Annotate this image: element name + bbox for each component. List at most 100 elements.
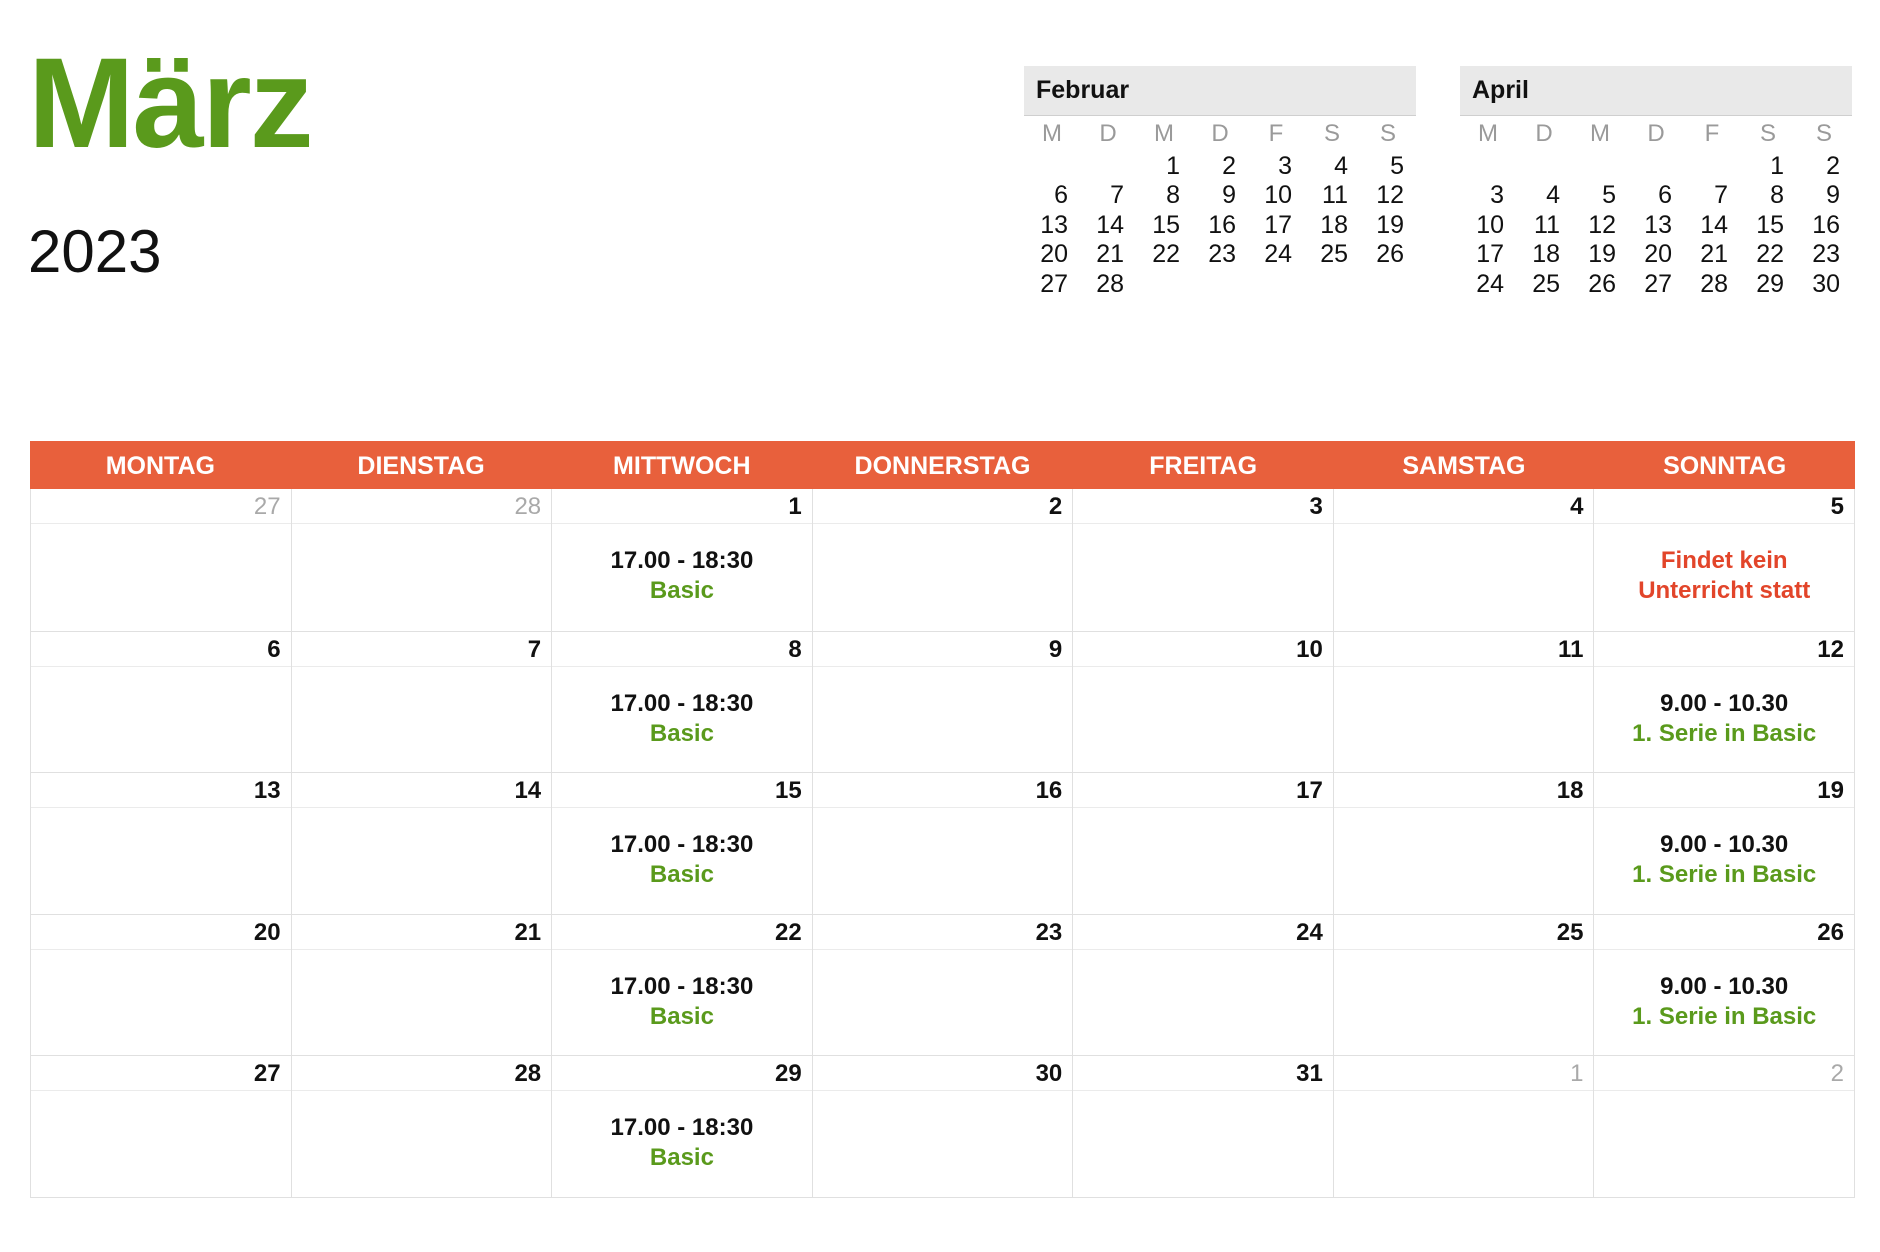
day-cell[interactable]: 5 Findet kein Unterricht statt: [1594, 489, 1855, 631]
day-number: 11: [1333, 632, 1594, 667]
mini-day: [1360, 270, 1416, 299]
event-label: 1. Serie in Basic: [1632, 861, 1817, 889]
day-cell[interactable]: 1: [1333, 1055, 1595, 1197]
mini-day: 4: [1334, 152, 1348, 180]
day-cell[interactable]: 7: [291, 630, 553, 773]
mini-day: 26: [1588, 269, 1616, 298]
day-cell[interactable]: 2: [812, 489, 1074, 631]
day-number: 20: [31, 915, 291, 950]
day-cell[interactable]: 11: [1333, 630, 1595, 773]
day-number: 23: [812, 915, 1073, 950]
mini-day: 27: [1040, 269, 1068, 298]
day-number: 19: [1594, 773, 1854, 809]
day-cell[interactable]: 3: [1073, 489, 1334, 631]
mini-day: 6: [1658, 181, 1672, 210]
day-cell[interactable]: 4: [1333, 489, 1595, 631]
calendar-event[interactable]: Findet kein Unterricht statt: [1594, 524, 1854, 606]
day-cell[interactable]: 2: [1594, 1055, 1855, 1197]
day-number: 24: [1073, 915, 1333, 950]
calendar-event[interactable]: 17.00 - 18:30 Basic: [552, 1091, 812, 1173]
day-cell[interactable]: 20: [31, 913, 292, 1056]
day-cell[interactable]: 1 17.00 - 18:30 Basic: [552, 489, 813, 631]
calendar-event[interactable]: 17.00 - 18:30 Basic: [552, 950, 812, 1032]
day-cell[interactable]: 17: [1073, 772, 1334, 914]
mini-calendar-february: Februar M D M D F S S 1 2 3 4 5 6 7 8 9 10 11 12 13 14 15 16 17…: [1024, 66, 1416, 299]
mini-day: 9: [1826, 181, 1840, 210]
calendar-event[interactable]: 17.00 - 18:30 Basic: [552, 524, 812, 606]
day-cell[interactable]: 29 17.00 - 18:30 Basic: [552, 1055, 813, 1197]
day-cell[interactable]: 28: [291, 1055, 553, 1197]
day-cell[interactable]: 15 17.00 - 18:30 Basic: [552, 772, 813, 914]
day-cell[interactable]: 22 17.00 - 18:30 Basic: [552, 913, 813, 1056]
day-cell[interactable]: 27: [31, 1055, 292, 1197]
mini-day: 8: [1770, 181, 1784, 210]
day-number: 6: [31, 632, 291, 667]
day-cell[interactable]: 24: [1073, 913, 1334, 1056]
day-cell[interactable]: 26 9.00 - 10.30 1. Serie in Basic: [1594, 913, 1855, 1056]
mini-day: 1: [1166, 152, 1180, 180]
day-cell[interactable]: 23: [812, 913, 1074, 1056]
mini-day: [1024, 152, 1080, 181]
mini-weekday-label: S: [1759, 120, 1776, 147]
calendar-event[interactable]: 9.00 - 10.30 1. Serie in Basic: [1594, 808, 1854, 890]
event-time: 9.00 - 10.30: [1660, 689, 1789, 717]
calendar-event[interactable]: 9.00 - 10.30 1. Serie in Basic: [1594, 667, 1854, 749]
mini-weekday-label: S: [1323, 120, 1340, 147]
mini-calendar-grid: M D M D F S S 1 2 3 4 5 6 7 8 9 10 11 12 13 14 15 16 17 18 19 20 21…: [1460, 116, 1852, 299]
day-cell[interactable]: 12 9.00 - 10.30 1. Serie in Basic: [1594, 630, 1855, 773]
day-cell[interactable]: 30: [812, 1055, 1074, 1197]
day-cell[interactable]: 19 9.00 - 10.30 1. Serie in Basic: [1594, 772, 1855, 914]
mini-day: [1460, 152, 1516, 181]
day-cell[interactable]: 18: [1333, 772, 1595, 914]
mini-day: 24: [1264, 240, 1292, 269]
event-time: 17.00 - 18:30: [610, 1114, 754, 1142]
day-cell[interactable]: 6: [31, 630, 292, 773]
event-label: Basic: [649, 861, 714, 889]
day-cell[interactable]: 21: [291, 913, 553, 1056]
day-number: 7: [291, 632, 552, 667]
day-number: 1: [552, 489, 812, 524]
day-cell[interactable]: 14: [291, 772, 553, 914]
year-title: 2023: [28, 218, 162, 285]
event-time: 17.00 - 18:30: [610, 547, 754, 574]
mini-calendar-grid: M D M D F S S 1 2 3 4 5 6 7 8 9 10 11 12 13 14 15 16 17 18 19 20 21…: [1024, 116, 1416, 299]
event-time: 9.00 - 10.30: [1660, 972, 1789, 1000]
mini-day: 25: [1532, 269, 1560, 298]
mini-day: 7: [1110, 181, 1124, 210]
weekday-header: FREITAG: [1149, 452, 1258, 480]
calendar-event[interactable]: 17.00 - 18:30 Basic: [552, 667, 812, 749]
day-number: 14: [291, 773, 552, 809]
mini-weekday-label: D: [1099, 120, 1117, 147]
day-cell[interactable]: 31: [1073, 1055, 1334, 1197]
mini-day: 11: [1534, 210, 1560, 239]
mini-day: 18: [1320, 210, 1348, 239]
day-cell[interactable]: 16: [812, 772, 1074, 914]
event-time: 9.00 - 10.30: [1660, 831, 1789, 859]
mini-day: 21: [1096, 240, 1124, 269]
day-number: 18: [1333, 773, 1594, 809]
weekday-header: DONNERSTAG: [854, 452, 1031, 480]
mini-day: 1: [1770, 152, 1784, 180]
mini-day: 18: [1532, 240, 1560, 269]
mini-calendar-title: Februar: [1024, 66, 1416, 116]
mini-day: 5: [1390, 152, 1404, 180]
calendar-event[interactable]: 9.00 - 10.30 1. Serie in Basic: [1594, 950, 1854, 1032]
day-cell[interactable]: 13: [31, 772, 292, 914]
day-cell[interactable]: 8 17.00 - 18:30 Basic: [552, 630, 813, 773]
mini-day: 16: [1812, 210, 1840, 239]
day-cell[interactable]: 9: [812, 630, 1074, 773]
day-cell[interactable]: 10: [1073, 630, 1334, 773]
day-cell[interactable]: 25: [1333, 913, 1595, 1056]
day-cell[interactable]: 28: [291, 489, 553, 631]
event-label: Basic: [649, 1144, 714, 1172]
day-number: 31: [1073, 1056, 1333, 1092]
mini-day: [1628, 152, 1684, 181]
mini-day: 3: [1278, 152, 1292, 180]
mini-day: 28: [1700, 269, 1728, 298]
calendar-event[interactable]: 17.00 - 18:30 Basic: [552, 808, 812, 890]
mini-weekday-label: M: [1590, 120, 1610, 147]
mini-weekday-label: S: [1815, 120, 1832, 147]
day-cell[interactable]: 27: [31, 489, 292, 631]
mini-day: 20: [1040, 240, 1068, 269]
day-number: 22: [552, 915, 812, 950]
